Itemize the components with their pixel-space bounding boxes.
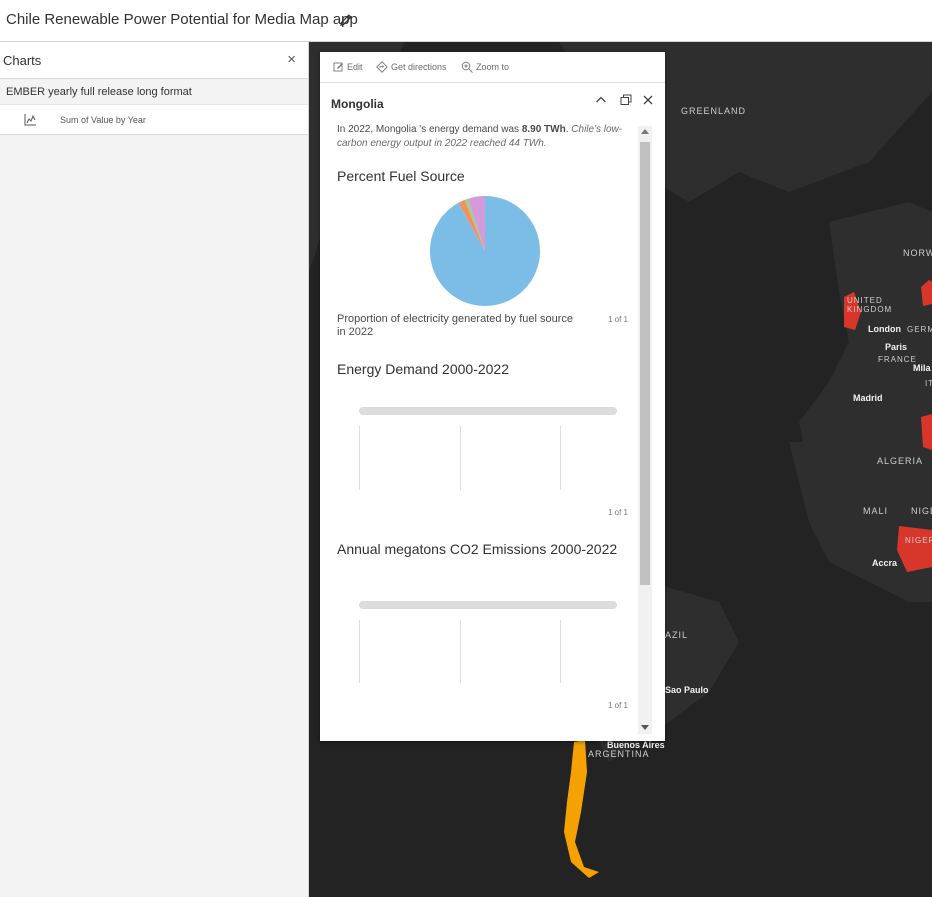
layer-name: EMBER yearly full release long format <box>6 86 192 98</box>
chart-gridline <box>359 620 360 683</box>
map-city-london: London <box>868 324 901 334</box>
section-title-fuel-source: Percent Fuel Source <box>337 168 465 184</box>
fuel-source-pie-chart[interactable] <box>429 195 541 307</box>
layer-group[interactable]: EMBER yearly full release long format <box>0 79 308 105</box>
map-label-germany: GERM <box>907 325 932 334</box>
map-label-niger: NIGE <box>911 506 932 516</box>
chart-gridline <box>460 426 461 490</box>
popup-content: In 2022, Mongolia 's energy demand was 8… <box>320 119 640 734</box>
media-counter: 1 of 1 <box>607 508 628 517</box>
popup-scrollbar[interactable] <box>638 126 652 734</box>
popup-header: Mongolia <box>320 83 665 119</box>
map-city-accra: Accra <box>872 558 898 568</box>
summary-value: 8.90 TWh <box>521 124 566 135</box>
map-city-madrid: Madrid <box>853 393 883 403</box>
media-counter: 1 of 1 <box>607 315 628 324</box>
scroll-thumb[interactable] <box>640 142 650 585</box>
popup-toolbar: Edit Get directions Zoom to <box>320 52 665 83</box>
summary-prefix: In 2022, Mongolia 's energy demand was <box>337 124 522 135</box>
edit-button[interactable]: Edit <box>333 61 363 72</box>
map-label-nigeria: NIGER <box>905 536 932 545</box>
chart-loading-bar <box>359 407 617 415</box>
pie-caption: Proportion of electricity generated by f… <box>337 313 574 338</box>
map-label-argentina: ARGENTINA <box>588 749 650 759</box>
map-label-mali: MALI <box>863 506 889 516</box>
chart-gridline <box>560 426 561 490</box>
charts-panel: Charts × EMBER yearly full release long … <box>0 42 309 897</box>
line-chart-icon <box>24 114 36 126</box>
chart-gridline <box>460 620 461 683</box>
map-city-paris: Paris <box>885 342 908 352</box>
close-icon[interactable]: × <box>287 51 296 68</box>
media-counter: 1 of 1 <box>607 701 628 710</box>
dock-icon[interactable] <box>619 93 633 107</box>
charts-panel-header: Charts × <box>0 42 308 79</box>
chart-gridline <box>560 620 561 683</box>
popup-title: Mongolia <box>331 97 384 111</box>
map-label-italy: IT <box>925 379 932 388</box>
chart-list-item[interactable]: Sum of Value by Year <box>0 105 308 135</box>
map-label-algeria: ALGERIA <box>877 456 924 466</box>
pencil-icon[interactable] <box>338 12 354 28</box>
get-directions-label: Get directions <box>391 62 447 72</box>
panel-title: Charts <box>3 53 42 68</box>
chart-loading-bar <box>359 601 617 609</box>
map-label-uk: UNITED KINGDOM <box>847 296 893 314</box>
edit-label: Edit <box>347 61 363 72</box>
app-title: Chile Renewable Power Potential for Medi… <box>6 11 358 28</box>
map-label-brazil: AZIL <box>665 630 689 640</box>
close-icon[interactable] <box>641 93 655 107</box>
zoom-to-button[interactable]: Zoom to <box>461 61 509 73</box>
map-city-buenos-aires: Buenos Aires <box>607 740 665 750</box>
edit-icon <box>333 62 343 72</box>
app-header: Chile Renewable Power Potential for Medi… <box>0 0 932 42</box>
map-label-france: FRANCE <box>878 355 917 364</box>
chart-gridline <box>359 426 360 490</box>
directions-icon <box>376 61 388 73</box>
map-label-greenland: GREENLAND <box>681 106 747 116</box>
section-title-energy-demand: Energy Demand 2000-2022 <box>337 361 510 377</box>
feature-popup: Edit Get directions Zoom to Mongolia In … <box>320 52 665 741</box>
map-city-milan: Mila <box>913 363 931 373</box>
scroll-up-arrow-icon[interactable] <box>641 129 649 134</box>
zoom-to-label: Zoom to <box>476 62 510 72</box>
zoom-icon <box>461 61 473 73</box>
map-city-sao-paulo: Sao Paulo <box>665 685 709 695</box>
scroll-down-arrow-icon[interactable] <box>641 725 649 730</box>
chart-list-item-label: Sum of Value by Year <box>60 115 146 125</box>
collapse-icon[interactable] <box>594 93 608 107</box>
get-directions-button[interactable]: Get directions <box>376 61 447 73</box>
summary-text: In 2022, Mongolia 's energy demand was 8… <box>337 123 635 151</box>
section-title-co2-emissions: Annual megatons CO2 Emissions 2000-2022 <box>337 541 618 557</box>
map-label-norway: NORW <box>903 248 932 258</box>
